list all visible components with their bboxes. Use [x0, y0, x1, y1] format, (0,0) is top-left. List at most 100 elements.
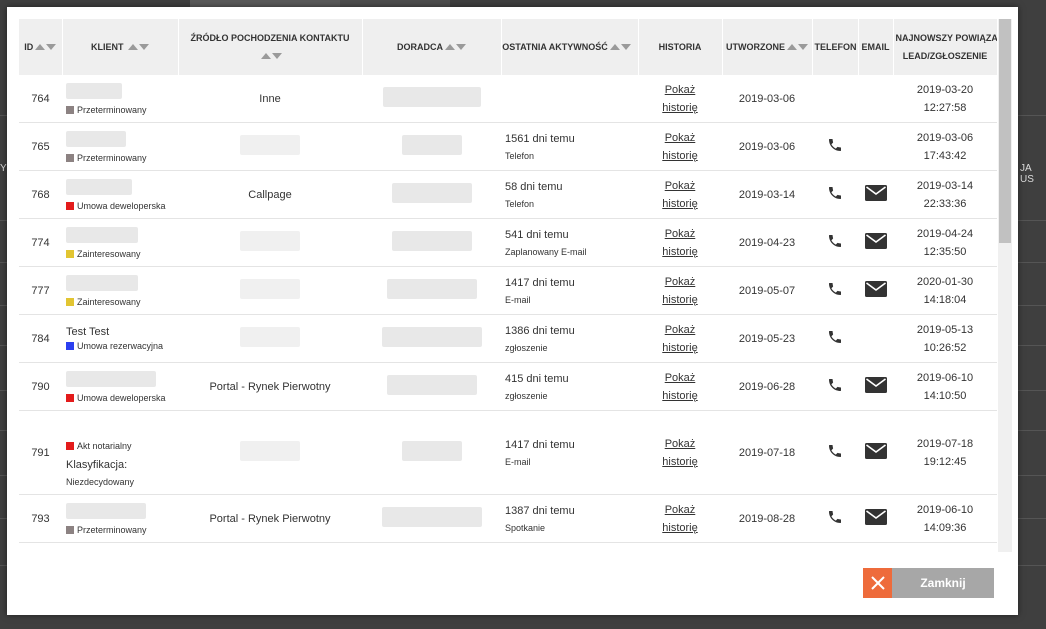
table-row: 764 Przeterminowany Inne Pokaż historię 2…: [19, 75, 997, 123]
sort-arrows-icon[interactable]: [260, 47, 282, 65]
status-color-square: [66, 525, 74, 534]
column-header-source[interactable]: ŹRÓDŁO POCHODZENIA KONTAKTU: [178, 19, 363, 75]
cell-activity: 1561 dni temu Telefon: [501, 122, 638, 171]
cell-email: [858, 218, 893, 267]
redacted-client-name: [66, 130, 126, 147]
status-label: Umowa rezerwacyjna: [77, 341, 164, 351]
contacts-modal: ID KLIENT ŹRÓDŁO POCHODZENIA KONTAKTU DO…: [7, 7, 1018, 615]
status-label: Umowa deweloperska: [77, 200, 166, 211]
phone-icon[interactable]: [827, 377, 843, 396]
phone-icon[interactable]: [827, 185, 843, 204]
show-history-link[interactable]: Pokaż historię: [642, 129, 718, 165]
cell-history: Pokaż historię: [638, 218, 722, 267]
envelope-icon[interactable]: [864, 443, 887, 462]
status-color-square: [66, 342, 74, 350]
cell-email: [858, 362, 893, 411]
cell-advisor: [362, 362, 501, 411]
status-label: Przeterminowany: [77, 152, 147, 163]
phone-icon[interactable]: [827, 233, 843, 252]
contacts-table: ID KLIENT ŹRÓDŁO POCHODZENIA KONTAKTU DO…: [19, 19, 998, 543]
cell-email: [858, 170, 893, 219]
cell-email: [858, 494, 893, 543]
redacted-advisor: [391, 183, 472, 203]
sort-arrows-icon[interactable]: [609, 38, 631, 56]
cell-created: 2019-04-23: [722, 218, 812, 267]
redacted-source: [240, 135, 300, 155]
cell-latest-lead: 2019-03-20 12:27:58: [893, 75, 997, 123]
envelope-icon[interactable]: [864, 377, 887, 396]
cell-phone: [812, 122, 858, 171]
redacted-advisor: [386, 279, 477, 299]
column-header-created[interactable]: UTWORZONE: [722, 19, 813, 75]
show-history-link[interactable]: Pokaż historię: [642, 435, 718, 471]
sort-arrows-icon[interactable]: [445, 38, 466, 56]
status-color-square: [66, 105, 74, 114]
cell-activity: 1417 dni temu E-mail: [501, 410, 638, 495]
cell-email: [858, 266, 893, 315]
column-header-advisor[interactable]: DORADCA: [362, 19, 502, 75]
column-header-client[interactable]: KLIENT: [62, 19, 179, 75]
cell-source: Portal - Rynek Pierwotny: [178, 362, 362, 411]
cell-phone: [812, 314, 858, 363]
envelope-icon[interactable]: [864, 509, 887, 528]
status-label: Akt notarialny: [77, 440, 132, 451]
scrollbar-thumb[interactable]: [999, 19, 1011, 243]
envelope-icon[interactable]: [864, 185, 887, 204]
phone-icon[interactable]: [827, 281, 843, 300]
cell-source: Callpage: [178, 170, 362, 219]
redacted-client-name: [66, 502, 146, 519]
show-history-link[interactable]: Pokaż historię: [642, 321, 718, 357]
show-history-link[interactable]: Pokaż historię: [642, 81, 718, 117]
cell-advisor: [362, 75, 501, 123]
cell-id: 790: [19, 362, 62, 411]
table-scrollbar[interactable]: [998, 19, 1012, 552]
status-label: Umowa deweloperska: [77, 392, 166, 403]
cell-history: Pokaż historię: [638, 75, 722, 123]
cell-history: Pokaż historię: [638, 314, 722, 363]
show-history-link[interactable]: Pokaż historię: [642, 501, 718, 537]
table-row: 777 Zainteresowany 1417 dni temu E-mail P…: [19, 266, 997, 315]
cell-latest-lead: 2020-01-30 14:18:04: [893, 266, 997, 315]
redacted-advisor: [401, 441, 462, 461]
cell-id: 774: [19, 218, 62, 267]
sort-arrows-icon[interactable]: [128, 38, 149, 56]
redacted-advisor: [381, 327, 482, 347]
cell-latest-lead: 2019-07-18 19:12:45: [893, 410, 997, 495]
cell-history: Pokaż historię: [638, 266, 722, 315]
cell-email: [858, 410, 893, 495]
cell-history: Pokaż historię: [638, 170, 722, 219]
phone-icon[interactable]: [827, 509, 843, 528]
column-header-last-activity[interactable]: OSTATNIA AKTYWNOŚĆ: [501, 19, 639, 75]
table-row: 768 Umowa deweloperska Callpage 58 dni t…: [19, 170, 997, 219]
redacted-client-name: [66, 274, 138, 291]
redacted-client-name: [66, 178, 132, 195]
cell-advisor: [362, 122, 501, 171]
cell-client: Przeterminowany: [62, 122, 178, 171]
sort-arrows-icon[interactable]: [787, 38, 808, 56]
cell-source: [178, 410, 362, 495]
show-history-link[interactable]: Pokaż historię: [642, 177, 718, 213]
column-header-id[interactable]: ID: [19, 19, 63, 75]
envelope-icon[interactable]: [864, 281, 887, 300]
cell-advisor: [362, 410, 501, 495]
phone-icon[interactable]: [827, 329, 843, 348]
cell-phone: [812, 494, 858, 543]
envelope-icon[interactable]: [864, 233, 887, 252]
cell-phone: [812, 218, 858, 267]
phone-icon[interactable]: [827, 137, 843, 156]
show-history-link[interactable]: Pokaż historię: [642, 273, 718, 309]
close-button[interactable]: Zamknij: [863, 568, 994, 598]
cell-email: [858, 122, 893, 171]
cell-id: 784: [19, 314, 62, 363]
redacted-source: [240, 231, 300, 251]
phone-icon[interactable]: [827, 443, 843, 462]
show-history-link[interactable]: Pokaż historię: [642, 369, 718, 405]
redacted-advisor: [386, 375, 477, 395]
close-button-label: Zamknij: [920, 576, 966, 590]
cell-history: Pokaż historię: [638, 122, 722, 171]
cell-id: 777: [19, 266, 62, 315]
cell-latest-lead: 2019-05-13 10:26:52: [893, 314, 997, 363]
status-label: Zainteresowany: [77, 296, 141, 307]
show-history-link[interactable]: Pokaż historię: [642, 225, 718, 261]
sort-arrows-icon[interactable]: [35, 38, 57, 56]
